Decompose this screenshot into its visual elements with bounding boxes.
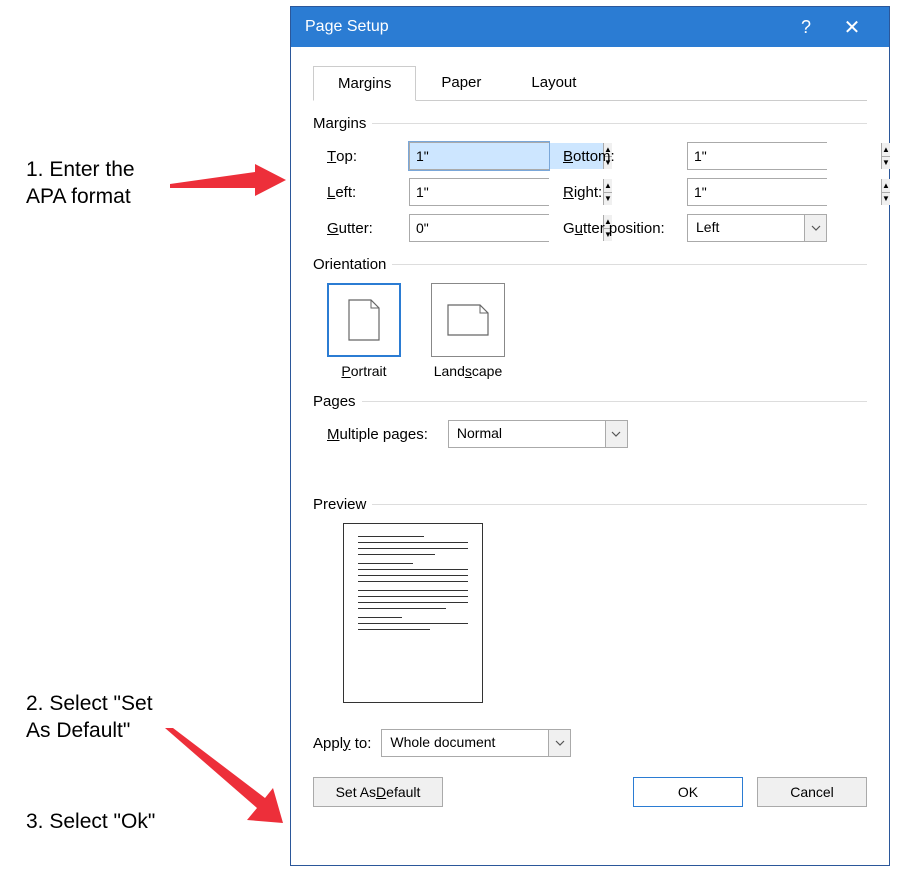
- right-margin-input[interactable]: ▲▼: [687, 178, 827, 206]
- label-apply-to: Apply to:: [313, 735, 371, 752]
- page-setup-dialog: Page Setup ? ✕ Margins Paper Layout Marg…: [290, 6, 890, 866]
- portrait-label: Portrait: [327, 363, 401, 379]
- preview-thumbnail: [343, 523, 483, 703]
- chevron-down-icon[interactable]: [605, 421, 627, 447]
- titlebar: Page Setup ? ✕: [291, 7, 889, 47]
- chevron-down-icon[interactable]: [548, 730, 570, 756]
- cancel-button[interactable]: Cancel: [757, 777, 867, 807]
- tab-margins[interactable]: Margins: [313, 66, 416, 101]
- tab-layout[interactable]: Layout: [506, 65, 601, 100]
- arrow-icon: [170, 160, 290, 200]
- dialog-title: Page Setup: [305, 18, 783, 36]
- ok-button[interactable]: OK: [633, 777, 743, 807]
- portrait-page-icon: [347, 298, 381, 342]
- spin-up-icon[interactable]: ▲: [882, 179, 890, 193]
- gutter-position-select[interactable]: Left: [687, 214, 827, 242]
- orientation-landscape[interactable]: [431, 283, 505, 357]
- tabs: Margins Paper Layout: [313, 65, 867, 101]
- landscape-label: Landscape: [431, 363, 505, 379]
- arrow-icon: [165, 728, 295, 828]
- annotation-step2: 2. Select "Set As Default": [26, 690, 153, 745]
- bottom-margin-input[interactable]: ▲▼: [687, 142, 827, 170]
- label-left: Left:: [327, 184, 395, 201]
- section-preview-label: Preview: [313, 496, 366, 513]
- label-gutter: Gutter:: [327, 220, 395, 237]
- landscape-page-icon: [446, 303, 490, 337]
- help-icon[interactable]: ?: [783, 17, 829, 38]
- spin-down-icon[interactable]: ▼: [882, 157, 890, 170]
- set-as-default-button[interactable]: Set As Default: [313, 777, 443, 807]
- multiple-pages-select[interactable]: Normal: [448, 420, 628, 448]
- apply-to-select[interactable]: Whole document: [381, 729, 571, 757]
- label-gutterpos: Gutter position:: [563, 220, 673, 237]
- top-margin-input[interactable]: ▲▼: [409, 142, 549, 170]
- close-icon[interactable]: ✕: [829, 15, 875, 40]
- annotation-step3: 3. Select "Ok": [26, 808, 155, 835]
- label-right: Right:: [563, 184, 673, 201]
- section-margins-label: Margins: [313, 115, 366, 132]
- spin-down-icon[interactable]: ▼: [882, 193, 890, 206]
- gutter-input[interactable]: ▲▼: [409, 214, 549, 242]
- annotation-step1: 1. Enter the APA format: [26, 156, 135, 211]
- section-orientation-label: Orientation: [313, 256, 386, 273]
- label-bottom: Bottom:: [563, 148, 673, 165]
- tab-paper[interactable]: Paper: [416, 65, 506, 100]
- orientation-portrait[interactable]: [327, 283, 401, 357]
- section-pages-label: Pages: [313, 393, 356, 410]
- chevron-down-icon[interactable]: [804, 215, 826, 241]
- label-top: Top:: [327, 148, 395, 165]
- spin-up-icon[interactable]: ▲: [882, 143, 890, 157]
- left-margin-input[interactable]: ▲▼: [409, 178, 549, 206]
- label-multiple-pages: Multiple pages:: [327, 426, 428, 443]
